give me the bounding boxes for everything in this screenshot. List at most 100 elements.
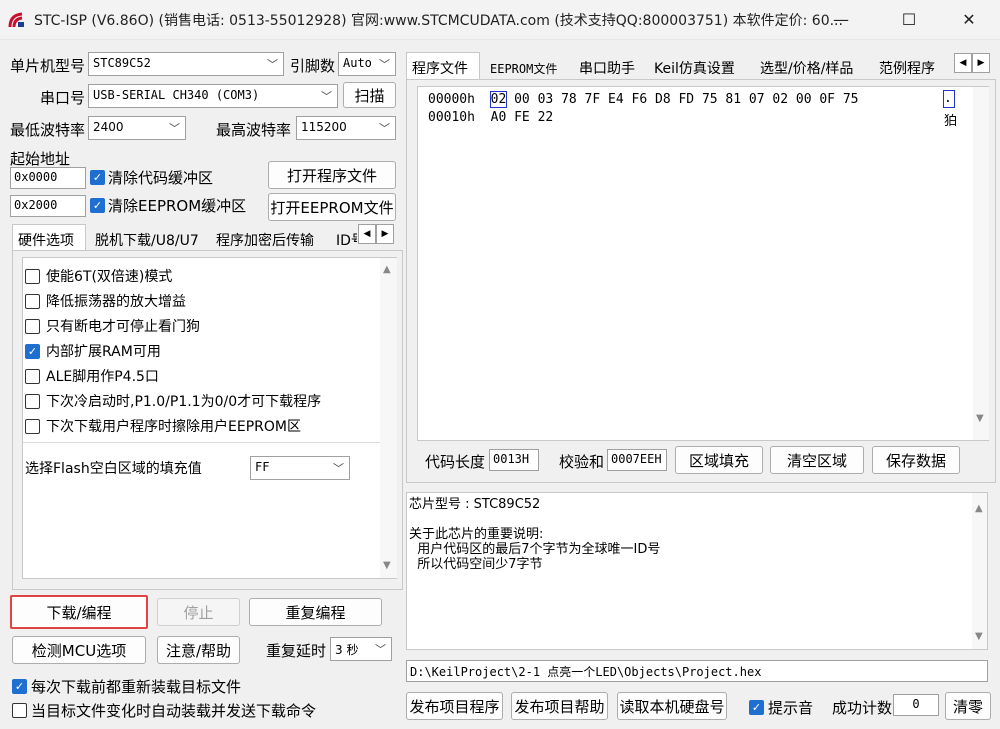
mcu-model-select[interactable]: STC89C52 ﹀	[88, 52, 284, 76]
chip-info-area[interactable]: 芯片型号 : STC89C52 关于此芯片的重要说明: 用户代码区的最后7个字节…	[406, 492, 988, 650]
option-internal-ram[interactable]: ✓ 内部扩展RAM可用	[25, 341, 161, 361]
tab-scroll-left-icon[interactable]: ◀	[954, 53, 972, 73]
option-cold-start[interactable]: 下次冷启动时,P1.0/P1.1为0/0才可下载程序	[25, 391, 321, 411]
tab-selection-price[interactable]: 选型/价格/样品	[754, 52, 859, 80]
publish-program-button[interactable]: 发布项目程序	[406, 692, 503, 720]
program-file-panel: 00000h 02 00 03 78 7F E4 F6 D8 FD 75 81 …	[406, 79, 996, 483]
download-program-button[interactable]: 下载/编程	[10, 595, 148, 629]
open-eeprom-file-button[interactable]: 打开EEPROM文件	[268, 193, 396, 221]
options-list: 使能6T(双倍速)模式 降低振荡器的放大增益 只有断电才可停止看门狗 ✓ 内部扩…	[22, 257, 397, 579]
mcu-model-label: 单片机型号	[10, 57, 86, 75]
checkbox-checked-icon: ✓	[90, 170, 105, 185]
clear-count-button[interactable]: 清零	[945, 692, 991, 720]
min-baud-label: 最低波特率	[10, 121, 86, 139]
app-logo-icon	[8, 12, 24, 28]
chevron-down-icon: ﹀	[321, 90, 332, 103]
checkbox-unchecked-icon	[25, 418, 40, 434]
options-scrollbar[interactable]: ▲ ▼	[380, 258, 397, 578]
right-tab-scroll-arrows: ◀ ▶	[954, 53, 990, 73]
scroll-down-icon[interactable]: ▼	[975, 631, 983, 642]
close-button[interactable]: ✕	[946, 0, 992, 38]
max-baud-value: 115200	[301, 120, 347, 134]
stop-button[interactable]: 停止	[157, 598, 240, 626]
read-disk-id-button[interactable]: 读取本机硬盘号	[617, 692, 727, 720]
help-button[interactable]: 注意/帮助	[157, 636, 240, 664]
tab-serial-assistant[interactable]: 串口助手	[573, 52, 641, 80]
option-label: 下次冷启动时,P1.0/P1.1为0/0才可下载程序	[46, 394, 322, 410]
chevron-down-icon: ﹀	[379, 122, 390, 135]
minimize-button[interactable]: —	[818, 0, 864, 38]
reload-before-download-checkbox[interactable]: ✓ 每次下载前都重新装载目标文件	[12, 676, 241, 697]
save-data-button[interactable]: 保存数据	[872, 446, 960, 474]
flash-fill-select[interactable]: FF ﹀	[250, 456, 350, 480]
pins-label: 引脚数	[290, 57, 336, 75]
tab-scroll-left-icon[interactable]: ◀	[358, 224, 376, 244]
repeat-delay-select[interactable]: 3 秒 ﹀	[330, 637, 392, 661]
port-select[interactable]: USB-SERIAL CH340 (COM3) ﹀	[88, 84, 338, 108]
chevron-down-icon: ﹀	[169, 122, 180, 135]
clear-code-buffer-checkbox[interactable]: ✓ 清除代码缓冲区	[90, 167, 213, 188]
hex-ascii: ..	[943, 90, 955, 108]
tab-eeprom-file[interactable]: EEPROM文件	[484, 52, 563, 80]
publish-help-button[interactable]: 发布项目帮助	[511, 692, 608, 720]
eeprom-start-address-input[interactable]: 0x2000	[10, 195, 86, 217]
tab-keil-debug[interactable]: Keil仿真设置	[648, 52, 741, 80]
auto-reload-label: 当目标文件变化时自动装载并发送下载命令	[31, 702, 317, 720]
hex-bytes: 00 03 78 7F E4 F6 D8 FD 75 81 07 02 00 0…	[514, 92, 859, 107]
open-program-file-button[interactable]: 打开程序文件	[268, 161, 396, 189]
maximize-button[interactable]: ☐	[886, 0, 932, 38]
region-fill-button[interactable]: 区域填充	[675, 446, 763, 474]
check-mcu-options-button[interactable]: 检测MCU选项	[12, 636, 146, 664]
repeat-delay-label: 重复延时	[266, 642, 327, 660]
option-reduce-gain[interactable]: 降低振荡器的放大增益	[25, 291, 186, 311]
clear-eeprom-buffer-checkbox[interactable]: ✓ 清除EEPROM缓冲区	[90, 195, 246, 216]
option-label: 内部扩展RAM可用	[46, 344, 161, 360]
scroll-down-icon[interactable]: ▼	[976, 413, 984, 424]
scroll-up-icon[interactable]: ▲	[975, 503, 983, 514]
repeat-delay-value: 3 秒	[335, 643, 359, 657]
hex-line: 00000h 02 00 03 78 7F E4 F6 D8 FD 75 81 …	[428, 91, 859, 108]
info-scrollbar[interactable]: ▲ ▼	[972, 493, 987, 649]
port-label: 串口号	[40, 89, 86, 107]
left-tab-strip: 硬件选项 脱机下载/U8/U7 程序加密后传输 ID号 ◀ ▶	[12, 224, 396, 252]
auto-reload-checkbox[interactable]: 当目标文件变化时自动装载并发送下载命令	[12, 700, 316, 721]
max-baud-select[interactable]: 115200 ﹀	[296, 116, 396, 140]
success-count-value: 0	[893, 694, 939, 716]
option-erase-eeprom[interactable]: 下次下载用户程序时擦除用户EEPROM区	[25, 416, 301, 436]
option-watchdog[interactable]: 只有断电才可停止看门狗	[25, 316, 200, 336]
checkbox-checked-icon: ✓	[749, 700, 764, 715]
tab-offline-download[interactable]: 脱机下载/U8/U7	[89, 224, 205, 252]
tab-examples[interactable]: 范例程序	[873, 52, 947, 80]
clear-region-button[interactable]: 清空区域	[770, 446, 864, 474]
beep-checkbox[interactable]: ✓ 提示音	[749, 697, 813, 718]
tab-encrypted-transfer[interactable]: 程序加密后传输	[210, 224, 320, 252]
code-start-address-input[interactable]: 0x0000	[10, 167, 86, 189]
code-length-value: 0013H	[489, 449, 539, 471]
pins-select[interactable]: Auto ﹀	[338, 52, 396, 76]
tab-scroll-right-icon[interactable]: ▶	[972, 53, 990, 73]
flash-fill-label: 选择Flash空白区域的填充值	[25, 461, 202, 477]
tab-hardware-options[interactable]: 硬件选项	[12, 224, 86, 252]
hex-bytes: A0 FE 22	[490, 110, 554, 125]
chevron-down-icon: ﹀	[267, 58, 278, 71]
hex-editor[interactable]: 00000h 02 00 03 78 7F E4 F6 D8 FD 75 81 …	[417, 86, 989, 441]
reload-before-download-label: 每次下载前都重新装载目标文件	[31, 678, 242, 696]
tab-id[interactable]: ID号	[330, 224, 358, 252]
hex-scrollbar[interactable]: ▼	[973, 87, 989, 440]
tab-program-file[interactable]: 程序文件	[406, 52, 480, 80]
checkbox-unchecked-icon	[25, 318, 40, 334]
option-label: 使能6T(双倍速)模式	[46, 269, 173, 285]
scan-button[interactable]: 扫描	[343, 82, 396, 108]
checksum-label: 校验和	[559, 453, 605, 471]
scroll-up-icon[interactable]: ▲	[383, 264, 391, 275]
tab-scroll-right-icon[interactable]: ▶	[376, 224, 394, 244]
code-length-label: 代码长度	[425, 453, 486, 471]
checkbox-unchecked-icon	[25, 268, 40, 284]
option-ale-pin[interactable]: ALE脚用作P4.5口	[25, 366, 159, 386]
checkbox-checked-icon: ✓	[90, 198, 105, 213]
option-enable-6t[interactable]: 使能6T(双倍速)模式	[25, 266, 172, 286]
scroll-down-icon[interactable]: ▼	[383, 560, 391, 571]
checkbox-checked-icon: ✓	[12, 679, 27, 694]
min-baud-select[interactable]: 2400 ﹀	[88, 116, 186, 140]
repeat-program-button[interactable]: 重复编程	[249, 598, 382, 626]
